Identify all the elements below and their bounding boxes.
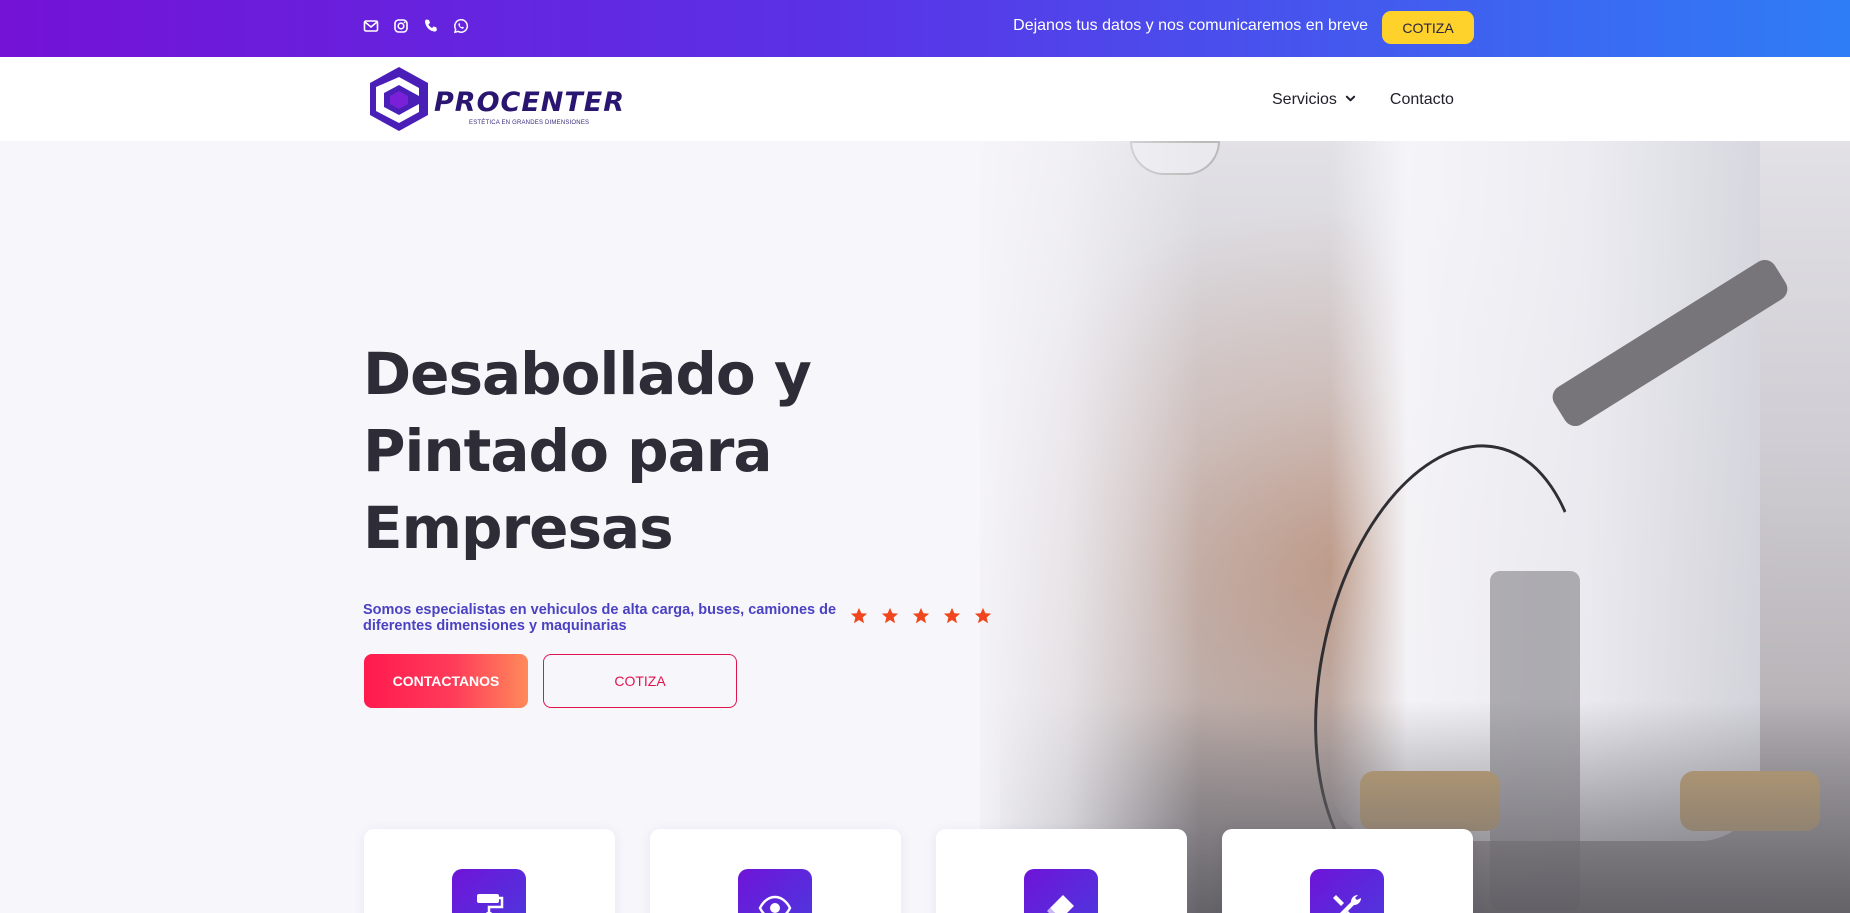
nav-item-label: Contacto bbox=[1389, 91, 1454, 108]
eraser-icon bbox=[1044, 891, 1078, 913]
rating-stars bbox=[850, 607, 992, 625]
star-icon bbox=[943, 607, 961, 625]
hero-cotiza-button[interactable]: COTIZA bbox=[543, 654, 737, 708]
top-bar: Dejanos tus datos y nos comunicaremos en… bbox=[0, 0, 1850, 57]
service-card-repair[interactable] bbox=[1222, 829, 1473, 913]
contactanos-button[interactable]: CONTACTANOS bbox=[364, 654, 528, 708]
phone-icon[interactable] bbox=[423, 18, 439, 34]
envelope-icon[interactable] bbox=[363, 18, 379, 34]
paint-roller-icon bbox=[472, 891, 506, 913]
service-card-icon-box bbox=[452, 869, 526, 913]
star-icon bbox=[912, 607, 930, 625]
tools-icon bbox=[1330, 891, 1364, 913]
topbar-cotiza-button[interactable]: COTIZA bbox=[1382, 11, 1474, 44]
chevron-down-icon bbox=[1345, 91, 1356, 109]
nav-item-label: Servicios bbox=[1272, 91, 1337, 108]
star-icon bbox=[974, 607, 992, 625]
star-icon bbox=[850, 607, 868, 625]
eye-icon bbox=[758, 891, 792, 913]
social-icons bbox=[363, 18, 469, 34]
service-card-painting[interactable] bbox=[364, 829, 615, 913]
nav-item-servicios[interactable]: Servicios bbox=[1272, 91, 1356, 109]
logo-wordmark: PROCENTER bbox=[434, 87, 626, 118]
instagram-icon[interactable] bbox=[393, 18, 409, 34]
service-card-inspection[interactable] bbox=[650, 829, 901, 913]
service-cards bbox=[364, 829, 1473, 913]
procenter-logo[interactable]: PROCENTER ESTÉTICA EN GRANDES DIMENSIONE… bbox=[364, 65, 624, 133]
hero-subtitle: Somos especialistas en vehiculos de alta… bbox=[363, 602, 837, 634]
service-card-cleaning[interactable] bbox=[936, 829, 1187, 913]
service-card-icon-box bbox=[1310, 869, 1384, 913]
service-card-icon-box bbox=[1024, 869, 1098, 913]
nav-links: Servicios Contacto bbox=[1272, 91, 1454, 109]
star-icon bbox=[881, 607, 899, 625]
hero-section: Desabollado y Pintado para Empresas Somo… bbox=[0, 141, 1850, 913]
nav-item-contacto[interactable]: Contacto bbox=[1390, 91, 1454, 109]
logo-slogan: ESTÉTICA EN GRANDES DIMENSIONES bbox=[469, 120, 590, 126]
service-card-icon-box bbox=[738, 869, 812, 913]
topbar-tagline: Dejanos tus datos y nos comunicaremos en… bbox=[1013, 17, 1368, 34]
hero-photo-fade bbox=[960, 141, 1200, 913]
whatsapp-icon[interactable] bbox=[453, 18, 469, 34]
hero-title: Desabollado y Pintado para Empresas bbox=[363, 340, 812, 562]
logo-mark-icon bbox=[370, 67, 428, 131]
main-navbar: PROCENTER ESTÉTICA EN GRANDES DIMENSIONE… bbox=[0, 57, 1850, 141]
